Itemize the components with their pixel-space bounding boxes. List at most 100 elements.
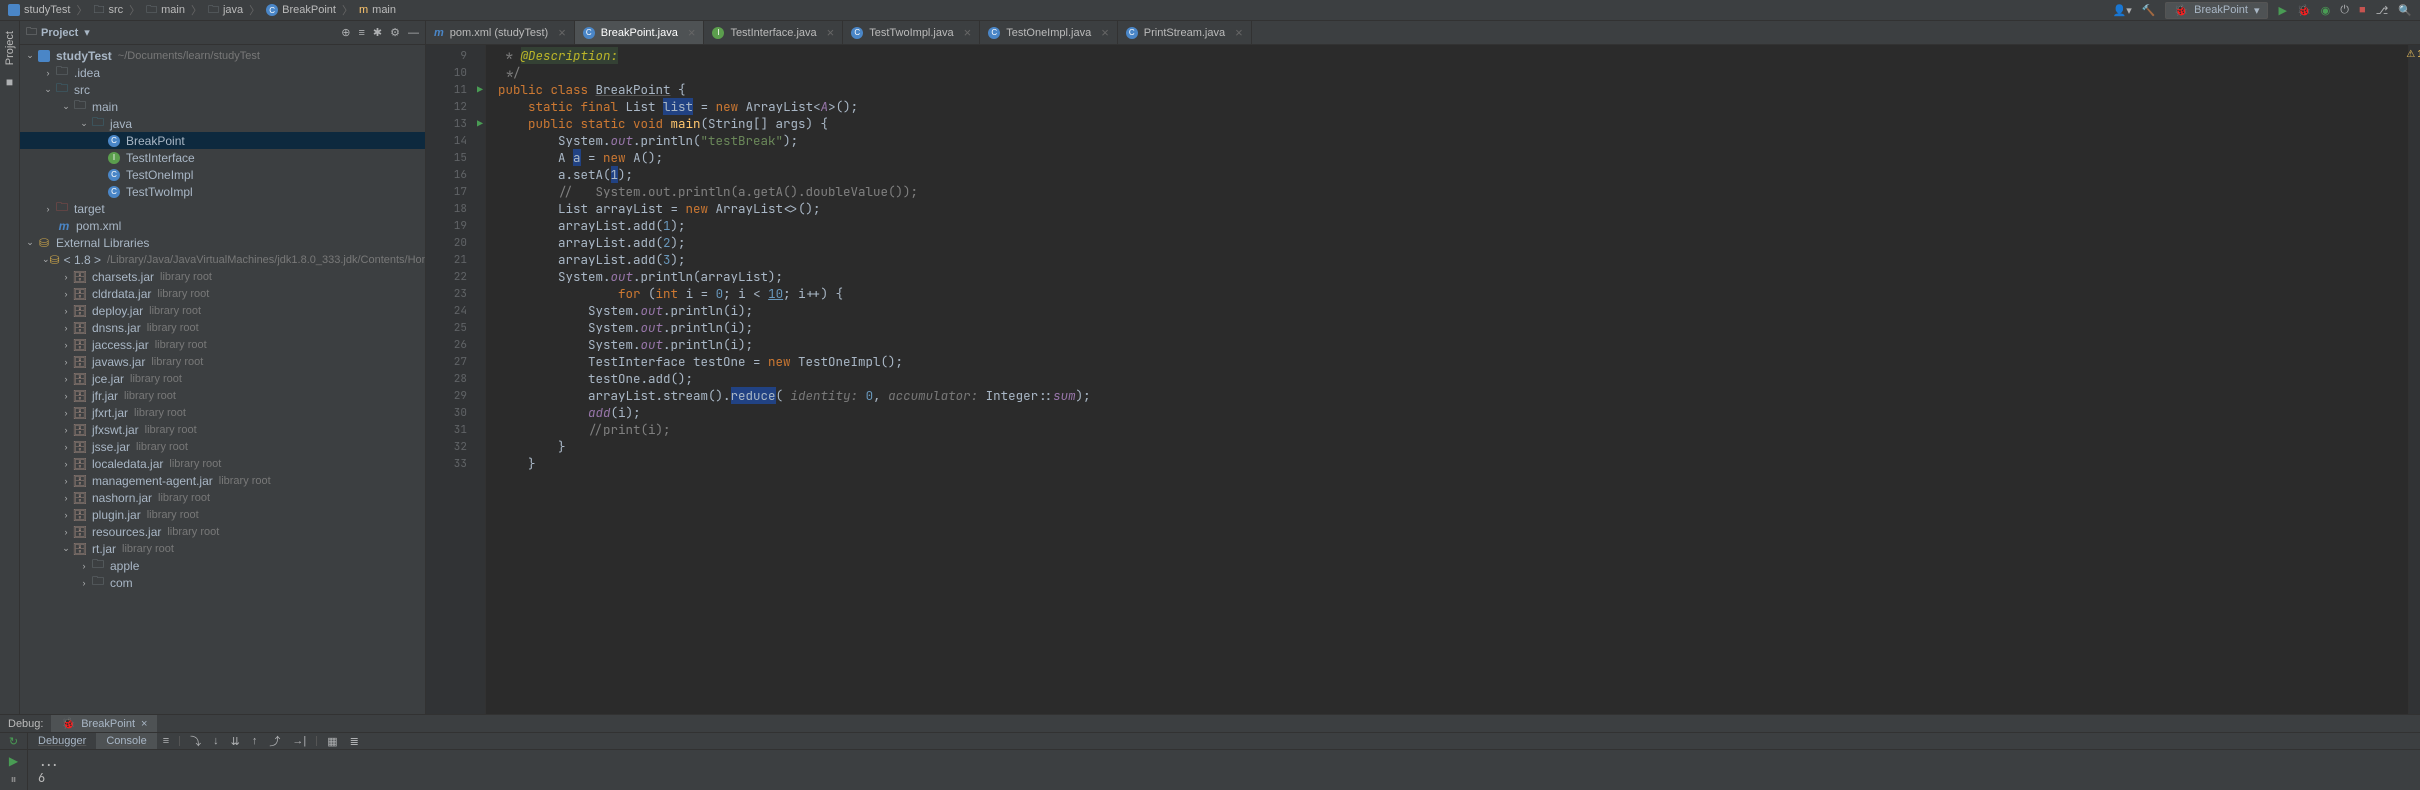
gutter-line[interactable]: 20 xyxy=(426,234,485,251)
evaluate-icon[interactable]: ▦ xyxy=(321,733,343,749)
editor-tab[interactable]: CPrintStream.java× xyxy=(1118,21,1252,44)
gear-icon[interactable]: ⚙ xyxy=(390,26,400,39)
debugger-tab[interactable]: Debugger xyxy=(28,733,96,749)
gutter-line[interactable]: 10 xyxy=(426,64,485,81)
debug-config-tab[interactable]: 🐞 BreakPoint × xyxy=(51,715,157,732)
gutter-line[interactable]: 16 xyxy=(426,166,485,183)
tree-rt-com[interactable]: ›🗀 com xyxy=(20,574,425,591)
tree-jar[interactable]: ›🗄jsse.jarlibrary root xyxy=(20,438,425,455)
gutter-line[interactable]: 25 xyxy=(426,319,485,336)
editor-tab[interactable]: CTestOneImpl.java× xyxy=(980,21,1118,44)
tree-jar[interactable]: ⌄🗄rt.jarlibrary root xyxy=(20,540,425,557)
close-icon[interactable]: × xyxy=(688,25,696,40)
gutter-line[interactable]: 23 xyxy=(426,285,485,302)
tree-target[interactable]: ›🗀 target xyxy=(20,200,425,217)
expand-icon[interactable]: ≡ xyxy=(358,27,364,39)
editor-tab[interactable]: ITestInterface.java× xyxy=(704,21,843,44)
gutter-line[interactable]: 28 xyxy=(426,370,485,387)
chevron-down-icon[interactable]: ▾ xyxy=(84,26,90,39)
crumb-0[interactable]: studyTest xyxy=(24,4,70,16)
coverage-icon[interactable]: ◉ xyxy=(2321,4,2331,17)
debug-icon[interactable]: 🐞 xyxy=(2297,4,2311,17)
crumb-4[interactable]: BreakPoint xyxy=(282,4,336,16)
run-gutter-icon[interactable]: ▶ xyxy=(477,117,483,130)
hide-icon[interactable]: — xyxy=(408,27,419,39)
select-opened-icon[interactable]: ⊕ xyxy=(341,26,350,39)
close-icon[interactable]: × xyxy=(141,718,147,730)
search-icon[interactable]: 🔍 xyxy=(2398,4,2412,17)
tree-jar[interactable]: ›🗄resources.jarlibrary root xyxy=(20,523,425,540)
gutter-line[interactable]: 12 xyxy=(426,98,485,115)
crumb-3[interactable]: java xyxy=(223,4,243,16)
project-tool-button[interactable]: Project xyxy=(4,27,16,69)
tree-jar[interactable]: ›🗄jfxswt.jarlibrary root xyxy=(20,421,425,438)
gutter-line[interactable]: 19 xyxy=(426,217,485,234)
rerun-icon[interactable]: ↻ xyxy=(9,735,18,748)
run-config-dropdown[interactable]: 🐞 BreakPoint ▾ xyxy=(2165,2,2268,19)
tree-main[interactable]: ⌄🗀 main xyxy=(20,98,425,115)
run-to-cursor-icon[interactable]: →| xyxy=(286,733,312,749)
hammer-icon[interactable]: 🔨 xyxy=(2142,4,2156,17)
crumb-1[interactable]: src xyxy=(108,4,123,16)
tree-jar[interactable]: ›🗄nashorn.jarlibrary root xyxy=(20,489,425,506)
run-gutter-icon[interactable]: ▶ xyxy=(477,83,483,96)
tree-jar[interactable]: ›🗄jfxrt.jarlibrary root xyxy=(20,404,425,421)
gutter-line[interactable]: 31 xyxy=(426,421,485,438)
tree-jar[interactable]: ›🗄dnsns.jarlibrary root xyxy=(20,319,425,336)
gutter-line[interactable]: 26 xyxy=(426,336,485,353)
tree-jar[interactable]: ›🗄localedata.jarlibrary root xyxy=(20,455,425,472)
step-into-icon[interactable]: ↓ xyxy=(207,733,225,749)
tree-jar[interactable]: ›🗄jaccess.jarlibrary root xyxy=(20,336,425,353)
tree-jar[interactable]: ›🗄plugin.jarlibrary root xyxy=(20,506,425,523)
gutter-line[interactable]: 29 xyxy=(426,387,485,404)
close-icon[interactable]: × xyxy=(558,25,566,40)
tree-idea[interactable]: ›🗀 .idea xyxy=(20,64,425,81)
drop-frame-icon[interactable]: ⤴ xyxy=(263,733,286,749)
gutter-line[interactable]: 14 xyxy=(426,132,485,149)
tree-pom[interactable]: m pom.xml xyxy=(20,217,425,234)
tree-java[interactable]: ⌄🗀 java xyxy=(20,115,425,132)
gutter[interactable]: 91011▶1213▶14151617181920212223242526272… xyxy=(426,45,486,714)
warning-indicator[interactable]: ⚠ 1 xyxy=(2409,49,2420,60)
profile-icon[interactable]: ⏻ xyxy=(2340,4,2349,17)
editor-body[interactable]: 91011▶1213▶14151617181920212223242526272… xyxy=(426,45,2420,714)
close-icon[interactable]: × xyxy=(1101,25,1109,40)
tree-root[interactable]: ⌄ studyTest ~/Documents/learn/studyTest xyxy=(20,47,425,64)
project-tree[interactable]: ⌄ studyTest ~/Documents/learn/studyTest … xyxy=(20,45,425,714)
code-area[interactable]: * @Description: */ public class BreakPoi… xyxy=(486,45,2408,714)
gutter-line[interactable]: 21 xyxy=(426,251,485,268)
tree-jar[interactable]: ›🗄jfr.jarlibrary root xyxy=(20,387,425,404)
editor-tab[interactable]: CTestTwoImpl.java× xyxy=(843,21,980,44)
tree-jar[interactable]: ›🗄management-agent.jarlibrary root xyxy=(20,472,425,489)
tree-rt-apple[interactable]: ›🗀 apple xyxy=(20,557,425,574)
tree-class-testtwoimpl[interactable]: C TestTwoImpl xyxy=(20,183,425,200)
step-over-icon[interactable]: ⤵ xyxy=(184,733,207,749)
tree-class-testinterface[interactable]: I TestInterface xyxy=(20,149,425,166)
tree-jdk[interactable]: ⌄⛁ < 1.8 > /Library/Java/JavaVirtualMach… xyxy=(20,251,425,268)
resume-icon[interactable]: ▶ xyxy=(9,754,18,768)
structure-tool-button[interactable]: ■ xyxy=(6,75,13,89)
tree-external-libs[interactable]: ⌄⛁ External Libraries xyxy=(20,234,425,251)
stop-icon[interactable]: ■ xyxy=(2359,4,2366,16)
close-icon[interactable]: × xyxy=(827,25,835,40)
console-output[interactable]: ... 6 xyxy=(28,750,2420,790)
trace-icon[interactable]: ≣ xyxy=(344,733,365,749)
gutter-line[interactable]: 33 xyxy=(426,455,485,472)
crumb-5[interactable]: main xyxy=(372,4,396,16)
force-step-into-icon[interactable]: ⇊ xyxy=(225,733,246,749)
gutter-line[interactable]: 15 xyxy=(426,149,485,166)
collapse-icon[interactable]: ✱ xyxy=(373,26,382,39)
git-icon[interactable]: ⎇ xyxy=(2376,4,2389,17)
editor-tab[interactable]: mpom.xml (studyTest)× xyxy=(426,21,575,44)
console-tab[interactable]: Console xyxy=(96,733,156,749)
filter-icon[interactable]: ≡ xyxy=(157,733,175,749)
gutter-line[interactable]: 9 xyxy=(426,47,485,64)
gutter-line[interactable]: 30 xyxy=(426,404,485,421)
tree-class-testoneimpl[interactable]: C TestOneImpl xyxy=(20,166,425,183)
step-out-icon[interactable]: ↑ xyxy=(246,733,264,749)
tree-jar[interactable]: ›🗄javaws.jarlibrary root xyxy=(20,353,425,370)
tree-jar[interactable]: ›🗄charsets.jarlibrary root xyxy=(20,268,425,285)
tree-jar[interactable]: ›🗄deploy.jarlibrary root xyxy=(20,302,425,319)
breadcrumbs[interactable]: studyTest 〉 🗀 src 〉 🗀 main 〉 🗀 java 〉 C … xyxy=(8,1,396,20)
tree-jar[interactable]: ›🗄cldrdata.jarlibrary root xyxy=(20,285,425,302)
